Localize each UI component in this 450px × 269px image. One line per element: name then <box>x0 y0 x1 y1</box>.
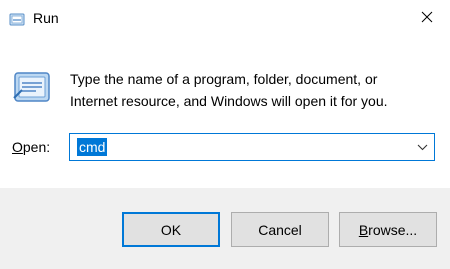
description-line-2: Internet resource, and Windows will open… <box>70 93 388 109</box>
window-title: Run <box>33 10 59 26</box>
title-bar: Run <box>0 0 450 38</box>
description-line-1: Type the name of a program, folder, docu… <box>70 71 378 87</box>
open-label: Open: <box>12 139 50 155</box>
cancel-button[interactable]: Cancel <box>231 212 329 247</box>
close-button[interactable] <box>404 0 450 38</box>
run-program-icon <box>12 70 52 106</box>
cancel-button-label: Cancel <box>258 221 302 238</box>
dialog-description: Type the name of a program, folder, docu… <box>70 68 430 112</box>
ok-button[interactable]: OK <box>122 212 220 247</box>
close-icon <box>421 10 433 28</box>
open-label-rest: pen: <box>22 139 51 155</box>
open-combobox[interactable]: cmd <box>69 133 435 161</box>
open-label-mnemonic: O <box>12 139 23 155</box>
browse-button-mnemonic: B <box>358 221 369 238</box>
browse-button[interactable]: Browse... <box>339 212 437 247</box>
run-icon <box>9 11 25 27</box>
ok-button-label: OK <box>160 221 182 238</box>
open-input-value[interactable]: cmd <box>77 138 108 156</box>
browse-button-label: rowse... <box>368 221 418 238</box>
chevron-down-icon <box>417 138 428 156</box>
dropdown-button[interactable] <box>410 134 434 160</box>
dialog-body <box>0 38 450 188</box>
